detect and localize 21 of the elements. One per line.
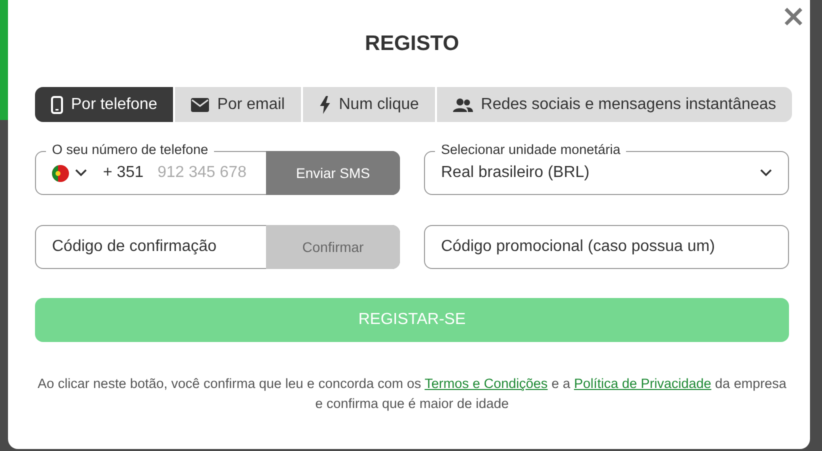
phone-icon [51, 96, 63, 114]
tab[interactable]: Num clique [302, 87, 435, 122]
country-code: + 351 [103, 164, 144, 182]
link[interactable]: Política de Privacidade [574, 376, 712, 391]
dialog-title: REGISTO [364, 31, 460, 56]
tab[interactable]: Redes sociais e mensagens instantâneas [436, 87, 792, 122]
send-sms-button[interactable]: Enviar SMS [266, 151, 400, 195]
link[interactable]: Termos e Condições [424, 376, 548, 391]
chevron-down-icon [760, 169, 772, 177]
field-label: Selecionar unidade monetária [435, 142, 626, 157]
field-label: O seu número de telefone [46, 142, 214, 157]
terms-notice: Ao clicar neste botão, você confirma que leu e concorda com os Termos e Condições e a Política de Privacidade da empresa e confirma que é maior de idade [36, 375, 788, 413]
flag-icon [52, 164, 69, 182]
chevron-down-icon [75, 169, 87, 177]
users-icon [452, 98, 473, 112]
tab[interactable]: Por email [175, 87, 301, 122]
tab[interactable]: Por telefone [35, 87, 174, 122]
promo-code-field[interactable]: Código promocional (caso possua um) [424, 225, 789, 269]
lightning-icon [318, 96, 331, 114]
envelope-icon [191, 98, 210, 112]
close-button[interactable]: × [780, 6, 806, 28]
